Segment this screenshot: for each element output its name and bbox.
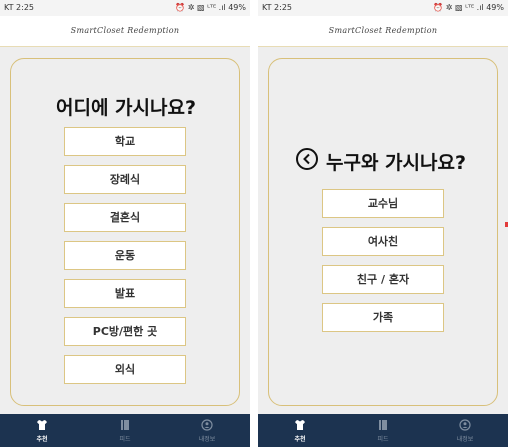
nav-label-myinfo: 내정보 [456, 436, 474, 443]
nav-item-myinfo[interactable]: 내정보 [177, 414, 237, 447]
question-title: 누구와 가시나요? [326, 152, 466, 174]
option-wedding-button[interactable]: 결혼식 [64, 203, 186, 232]
status-time: KT 2:25 [262, 3, 293, 12]
bottom-nav: 추천 피드 내정보 [258, 414, 508, 447]
option-family-button[interactable]: 가족 [322, 303, 444, 332]
nav-item-myinfo[interactable]: 내정보 [435, 414, 495, 447]
question-card: 어디에 가시나요? 학교 장례식 결혼식 운동 발표 PC방/편한 곳 외식 [10, 58, 240, 406]
question-card: 누구와 가시나요? 교수님 여사친 친구 / 혼자 가족 [268, 58, 498, 406]
status-icons: ⏰ ✲ ▧ ᴸᵀᴱ .ıl 49% [433, 3, 504, 12]
nav-label-feed: 피드 [119, 436, 131, 443]
phone-screen-where: KT 2:25 ⏰ ✲ ▧ ᴸᵀᴱ .ıl 49% SmartCloset Re… [0, 0, 250, 447]
option-friend-alone-button[interactable]: 친구 / 혼자 [322, 265, 444, 294]
status-time: KT 2:25 [4, 3, 35, 12]
option-pcroom-button[interactable]: PC방/편한 곳 [64, 317, 186, 346]
screen-divider [250, 0, 258, 447]
app-title: SmartCloset Redemption [328, 26, 438, 35]
option-funeral-button[interactable]: 장례식 [64, 165, 186, 194]
nav-label-myinfo: 내정보 [198, 436, 216, 443]
option-dining-out-button[interactable]: 외식 [64, 355, 186, 384]
bottom-nav: 추천 피드 내정보 [0, 414, 250, 447]
status-icons: ⏰ ✲ ▧ ᴸᵀᴱ .ıl 49% [175, 3, 246, 12]
option-female-friend-button[interactable]: 여사친 [322, 227, 444, 256]
nav-item-recommend[interactable]: 추천 [270, 414, 330, 447]
nav-item-feed[interactable]: 피드 [95, 414, 155, 447]
shirt-icon [295, 420, 305, 430]
nav-item-recommend[interactable]: 추천 [12, 414, 72, 447]
phone-screen-with-whom: KT 2:25 ⏰ ✲ ▧ ᴸᵀᴱ .ıl 49% SmartCloset Re… [258, 0, 508, 447]
nav-label-recommend: 추천 [294, 436, 306, 443]
nav-label-recommend: 추천 [36, 436, 48, 443]
status-bar: KT 2:25 ⏰ ✲ ▧ ᴸᵀᴱ .ıl 49% [258, 0, 508, 16]
shirt-icon [37, 420, 47, 430]
user-icon [201, 419, 213, 431]
nav-item-feed[interactable]: 피드 [353, 414, 413, 447]
status-bar: KT 2:25 ⏰ ✲ ▧ ᴸᵀᴱ .ıl 49% [0, 0, 250, 16]
nav-label-feed: 피드 [377, 436, 389, 443]
option-exercise-button[interactable]: 운동 [64, 241, 186, 270]
app-title: SmartCloset Redemption [70, 26, 180, 35]
user-icon [459, 419, 471, 431]
book-icon [379, 420, 387, 430]
option-school-button[interactable]: 학교 [64, 127, 186, 156]
option-professor-button[interactable]: 교수님 [322, 189, 444, 218]
book-icon [121, 420, 129, 430]
question-title: 어디에 가시나요? [56, 97, 196, 119]
option-presentation-button[interactable]: 발표 [64, 279, 186, 308]
